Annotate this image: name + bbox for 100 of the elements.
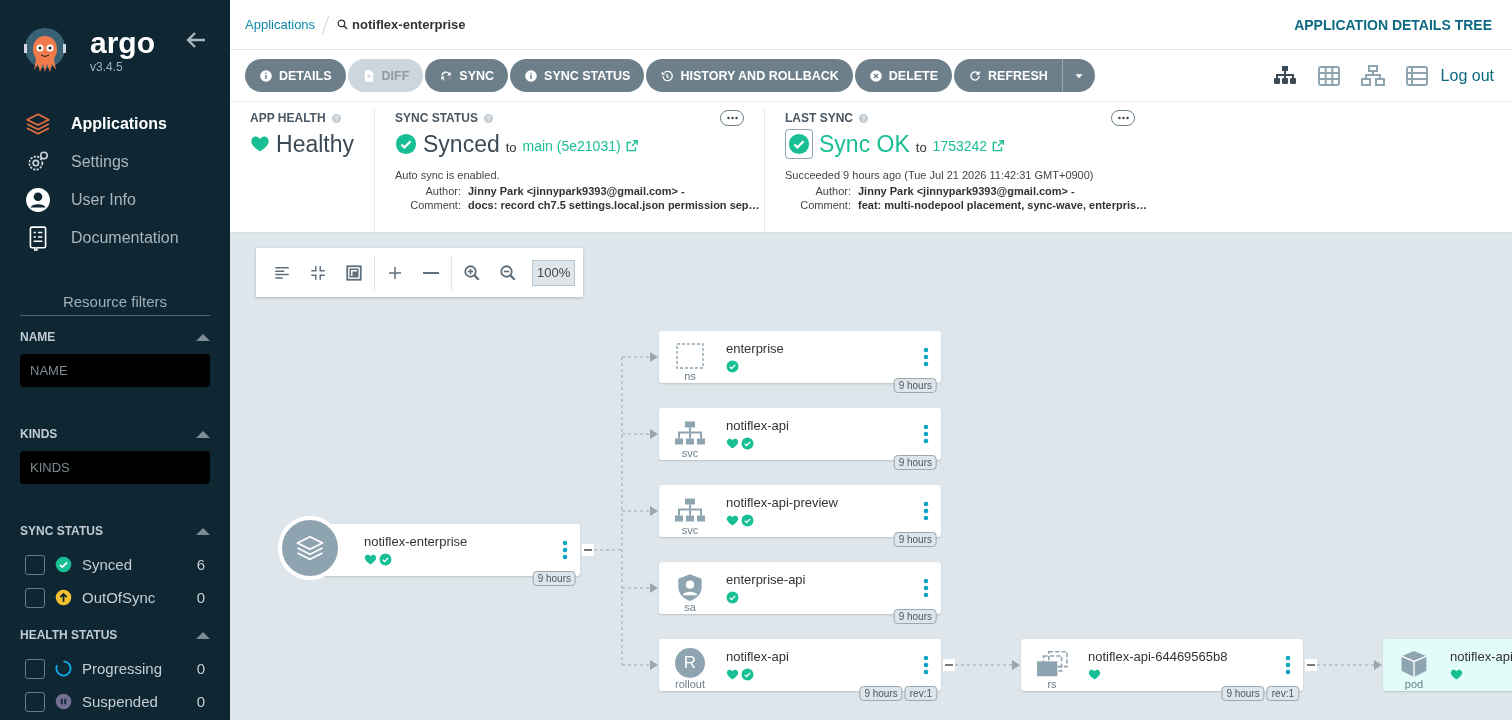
collapse-toggle[interactable]	[582, 544, 594, 556]
minus-icon	[583, 549, 593, 551]
action-button[interactable]: SYNC STATUS	[510, 59, 645, 92]
filter-count: 0	[196, 660, 206, 677]
field-value: feat: multi-nodepool placement, sync-wave, enterpris…	[858, 199, 1148, 211]
zoom-out-icon	[499, 263, 517, 282]
to-label: to	[505, 139, 517, 155]
resource-node[interactable]: pod notiflex-api	[1383, 639, 1512, 691]
page-title: APPLICATION DETAILS TREE	[1294, 16, 1492, 33]
field-label: Comment:	[409, 199, 461, 211]
sync-result: Sync OK	[819, 130, 910, 158]
connector-arrow	[621, 583, 658, 593]
pause-circle-icon	[55, 693, 72, 710]
kebab-menu-icon[interactable]	[923, 501, 929, 521]
panel-title: LAST SYNC	[785, 111, 853, 125]
cube-icon	[1398, 650, 1430, 678]
kebab-menu-icon[interactable]	[923, 655, 929, 675]
action-button[interactable]: REFRESH	[954, 59, 1062, 92]
age-label: 9 hours	[859, 686, 903, 701]
action-button[interactable]: DETAILS	[245, 59, 346, 92]
field-value: Jinny Park <jinnypark9393@gmail.com> -	[468, 185, 686, 197]
more-button[interactable]	[1111, 110, 1135, 126]
filter-label: Synced	[82, 556, 133, 573]
nav-item[interactable]: Applications	[25, 105, 210, 143]
layers-icon	[295, 533, 325, 563]
breadcrumb-current: notiflex-enterprise	[352, 17, 466, 32]
rollout-icon: R	[675, 648, 705, 678]
sync-icon	[439, 68, 454, 83]
kebab-menu-icon[interactable]	[923, 424, 929, 444]
revision-label: rev:1	[904, 686, 937, 701]
kebab-menu-icon[interactable]	[923, 347, 929, 367]
info-icon	[524, 68, 539, 83]
field-label: Author:	[814, 185, 851, 197]
refresh-icon	[968, 68, 983, 83]
ellipsis-icon	[1116, 116, 1130, 120]
field-label: Author:	[424, 185, 461, 197]
filter-heading: NAME	[20, 330, 56, 344]
filter-heading: SYNC STATUS	[20, 524, 103, 538]
filter-label: OutOfSync	[82, 589, 156, 606]
dropdown-button[interactable]	[1061, 59, 1095, 92]
filter-input[interactable]: NAME	[20, 354, 210, 387]
action-button[interactable]: SYNC	[425, 59, 509, 92]
age-label: 9 hours	[1221, 686, 1265, 701]
history-icon	[660, 68, 675, 83]
nav-item[interactable]: User Info	[25, 181, 210, 219]
version-label: v3.4.5	[90, 60, 124, 74]
collapse-toggle[interactable]	[1305, 659, 1317, 671]
status-note: Succeeded 9 hours ago (Tue Jul 21 2026 11:42:31 GMT+0900)	[785, 169, 1095, 181]
field-value: docs: record ch7.5 settings.local.json permission sep…	[468, 199, 760, 211]
collapse-toggle[interactable]	[943, 659, 955, 671]
network-view-icon[interactable]	[1358, 63, 1387, 88]
check-circle-icon	[55, 556, 72, 573]
kebab-menu-icon[interactable]	[923, 578, 929, 598]
logout-link[interactable]: Log out	[1440, 66, 1494, 85]
dashed-square-icon	[674, 342, 706, 370]
checkbox[interactable]	[25, 554, 45, 575]
compress-icon	[309, 263, 327, 282]
connector-arrow	[621, 429, 658, 439]
node-name: notiflex-enterprise	[364, 534, 468, 549]
revision-label: rev:1	[1266, 686, 1299, 701]
connector-arrow	[621, 352, 658, 362]
info-icon	[259, 68, 273, 83]
kebab-menu-icon[interactable]	[1285, 655, 1291, 675]
kind-label: sa	[684, 601, 696, 614]
breadcrumb-link[interactable]: Applications	[245, 17, 316, 32]
connector-arrow	[621, 660, 658, 670]
kind-label: svc	[681, 524, 699, 537]
connector-arrow	[621, 506, 658, 516]
kind-label: pod	[1404, 678, 1424, 691]
external-link-icon	[624, 139, 639, 153]
stacked-rectangles-icon	[1036, 650, 1068, 678]
close-circle-icon	[868, 68, 883, 83]
action-button[interactable]: HISTORY AND ROLLBACK	[646, 59, 853, 92]
collapse-triangle-icon[interactable]	[196, 333, 210, 341]
node-name: notiflex-api	[726, 649, 789, 664]
kind-label: rs	[1047, 678, 1057, 691]
check-circle-icon	[395, 133, 417, 155]
filter-input[interactable]: KINDS	[20, 451, 210, 484]
nav-item[interactable]: Settings	[25, 143, 210, 181]
node-name: notiflex-api	[1450, 649, 1512, 664]
user-icon	[25, 187, 51, 213]
collapse-triangle-icon[interactable]	[196, 430, 210, 438]
kebab-menu-icon[interactable]	[562, 540, 568, 560]
nav-item[interactable]: Documentation	[25, 219, 210, 257]
node-name: enterprise-api	[726, 572, 806, 587]
collapse-triangle-icon[interactable]	[196, 527, 210, 535]
hierarchy-icon	[674, 496, 706, 524]
checkbox[interactable]	[25, 658, 45, 679]
age-label: 9 hours	[532, 571, 576, 586]
action-button[interactable]: DELETE	[854, 59, 953, 92]
collapse-triangle-icon[interactable]	[196, 631, 210, 639]
filter-count: 0	[196, 589, 206, 606]
node-name: enterprise	[726, 341, 784, 356]
more-button[interactable]	[720, 110, 744, 126]
minus-icon	[944, 664, 954, 666]
panel-title: APP HEALTH	[250, 111, 326, 125]
checkbox[interactable]	[25, 587, 45, 608]
zoom-level-button[interactable]: 100%	[532, 259, 576, 286]
checkbox[interactable]	[25, 691, 45, 712]
arrow-up-circle-icon	[55, 589, 72, 606]
